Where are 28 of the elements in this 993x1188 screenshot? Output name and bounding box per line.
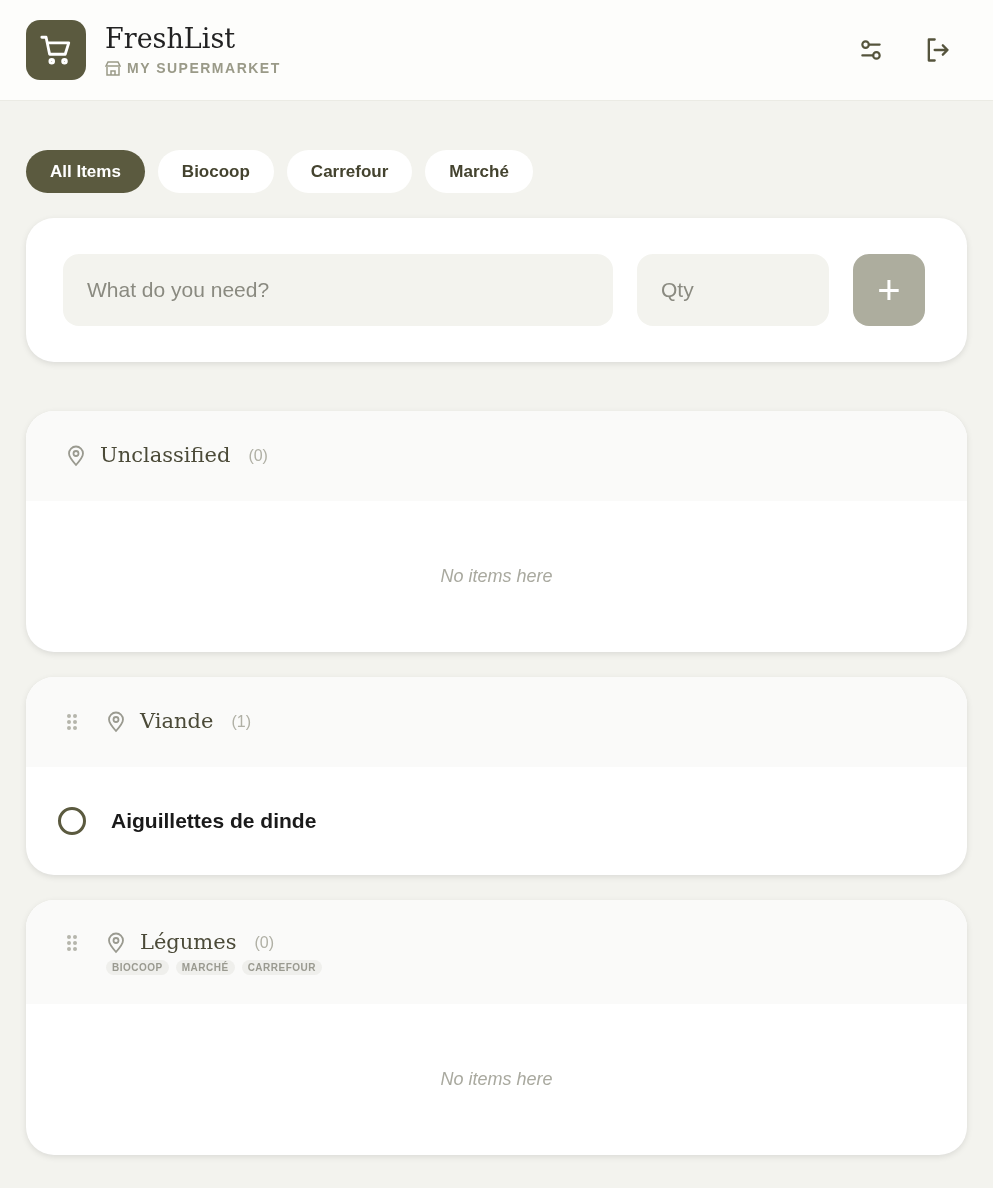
- item-input-field[interactable]: What do you need?: [63, 254, 613, 326]
- location-pin-icon: [106, 711, 126, 733]
- store-tag: MARCHÉ: [175, 960, 235, 975]
- empty-message: No items here: [440, 1068, 553, 1091]
- store-tag: CARREFOUR: [241, 960, 322, 975]
- store-filter-tab[interactable]: All Items: [26, 150, 145, 193]
- location-pin-icon: [106, 932, 126, 954]
- drag-handle-icon[interactable]: [66, 934, 78, 952]
- item-count: (0): [248, 446, 268, 466]
- store-name: MY SUPERMARKET: [127, 58, 281, 78]
- item-count: (0): [254, 933, 275, 953]
- drag-handle-icon[interactable]: [66, 713, 78, 731]
- store-filter-tab[interactable]: Carrefour: [286, 150, 413, 193]
- store-tag: BIOCOOP: [106, 960, 169, 975]
- section-title: Légumes: [140, 929, 237, 957]
- item-checkbox[interactable]: [58, 807, 86, 835]
- section-title: Unclassified: [100, 442, 231, 470]
- store-filter-tab[interactable]: Biocoop: [157, 150, 274, 193]
- item-name: Aiguillettes de dinde: [111, 808, 317, 835]
- qty-input-field[interactable]: Qty: [637, 254, 829, 326]
- item-count: (1): [231, 712, 251, 732]
- app-title: FreshList: [105, 21, 237, 56]
- store-filter-tab[interactable]: Marché: [425, 150, 533, 193]
- empty-message: No items here: [440, 565, 553, 588]
- store-icon: [105, 60, 121, 76]
- section-title: Viande: [140, 708, 214, 736]
- location-pin-icon: [66, 445, 86, 467]
- cart-logo-icon: [26, 20, 86, 80]
